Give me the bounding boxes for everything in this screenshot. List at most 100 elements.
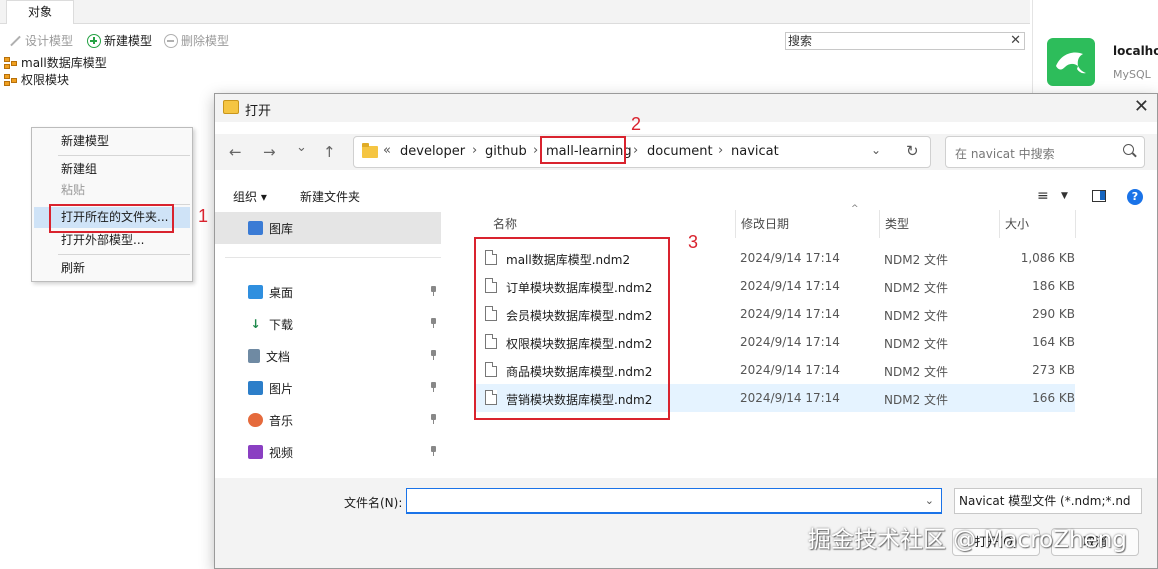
file-date: 2024/9/14 17:14 — [740, 391, 840, 405]
menu-item-new-model[interactable]: 新建模型 — [34, 131, 190, 152]
tree-item-permission-model[interactable]: 权限模块 — [4, 72, 107, 89]
minus-circle-icon — [164, 34, 178, 48]
breadcrumb-separator-icon: › — [533, 143, 539, 158]
forward-arrow-icon[interactable]: → — [263, 143, 276, 161]
nav-item-music[interactable]: 音乐 — [215, 404, 441, 436]
file-size: 290 KB — [1032, 307, 1075, 321]
pictures-icon — [248, 381, 263, 395]
dialog-title-bar: 打开 ✕ — [215, 94, 1157, 122]
new-model-button[interactable]: 新建模型 — [87, 32, 152, 50]
help-icon[interactable]: ? — [1127, 189, 1143, 205]
nav-item-gallery[interactable]: 图库 — [215, 212, 441, 244]
file-size: 186 KB — [1032, 279, 1075, 293]
document-icon — [248, 349, 260, 363]
navigation-bar: ← → ⌄ ↑ « developer › github › mall-lear… — [215, 134, 1157, 170]
address-overflow[interactable]: « — [383, 143, 391, 158]
file-date: 2024/9/14 17:14 — [740, 307, 840, 321]
open-file-dialog: 打开 ✕ ← → ⌄ ↑ « developer › github › mall… — [214, 93, 1158, 569]
model-tree: mall数据库模型 权限模块 — [4, 55, 107, 89]
model-icon — [4, 74, 18, 87]
recent-locations-chevron-icon[interactable]: ⌄ — [296, 140, 307, 155]
pin-icon[interactable] — [429, 414, 437, 424]
pin-icon[interactable] — [429, 350, 437, 360]
model-icon — [4, 57, 18, 70]
navigation-pane: 图库 桌面 ↓ 下载 文档 图片 音乐 视频 — [215, 210, 457, 480]
clear-search-icon[interactable]: ✕ — [1010, 33, 1021, 49]
design-model-button[interactable]: 设计模型 — [8, 32, 73, 50]
breadcrumb-separator-icon: › — [633, 143, 639, 158]
breadcrumb-github[interactable]: github — [485, 144, 527, 159]
nav-item-label: 图片 — [269, 381, 294, 396]
file-type-filter[interactable]: Navicat 模型文件 (*.ndm;*.nd — [954, 488, 1142, 514]
menu-item-paste[interactable]: 粘贴 — [34, 180, 190, 201]
nav-item-label: 桌面 — [269, 285, 294, 300]
nav-item-documents[interactable]: 文档 — [215, 340, 441, 372]
annotation-number-1: 1 — [198, 206, 209, 226]
design-model-label: 设计模型 — [25, 34, 74, 48]
filename-input[interactable]: ⌄ — [406, 488, 942, 514]
breadcrumb-developer[interactable]: developer — [400, 144, 465, 159]
back-arrow-icon[interactable]: ← — [229, 143, 242, 161]
file-date: 2024/9/14 17:14 — [740, 251, 840, 265]
file-type: NDM2 文件 — [884, 337, 949, 351]
file-size: 1,086 KB — [1020, 251, 1075, 265]
search-placeholder: 在 navicat 中搜索 — [955, 147, 1055, 161]
tree-item-label: mall数据库模型 — [21, 56, 107, 70]
preview-pane-icon[interactable] — [1092, 190, 1106, 202]
folder-search-input[interactable]: 在 navicat 中搜索 — [945, 136, 1145, 168]
address-dropdown-icon[interactable]: ⌄ — [871, 143, 881, 157]
nav-item-label: 图库 — [269, 221, 294, 236]
pin-icon[interactable] — [429, 286, 437, 296]
nav-item-downloads[interactable]: ↓ 下载 — [215, 308, 441, 340]
menu-item-refresh[interactable]: 刷新 — [34, 258, 190, 279]
tree-item-label: 权限模块 — [21, 73, 70, 87]
nav-item-pictures[interactable]: 图片 — [215, 372, 441, 404]
search-icon — [1123, 144, 1134, 155]
menu-item-new-group[interactable]: 新建组 — [34, 159, 190, 180]
file-date: 2024/9/14 17:14 — [740, 279, 840, 293]
file-size: 273 KB — [1032, 363, 1075, 377]
pencil-icon — [8, 34, 22, 48]
file-type: NDM2 文件 — [884, 253, 949, 267]
breadcrumb-navicat[interactable]: navicat — [731, 144, 779, 159]
filename-label: 文件名(N): — [344, 496, 403, 510]
column-header-size[interactable]: 大小 — [971, 210, 1081, 238]
object-search-input[interactable]: 搜索 ✕ — [785, 32, 1025, 50]
nav-item-label: 视频 — [269, 445, 294, 460]
connection-type: MySQL — [1113, 68, 1151, 81]
pin-icon[interactable] — [429, 318, 437, 328]
tab-objects[interactable]: 对象 — [6, 0, 74, 24]
pin-icon[interactable] — [429, 382, 437, 392]
watermark: 掘金技术社区 @ MacroZheng — [808, 527, 1127, 553]
breadcrumb-document[interactable]: document — [647, 144, 713, 159]
chevron-down-icon[interactable]: ⌄ — [925, 494, 934, 507]
menu-item-open-external-model[interactable]: 打开外部模型... — [34, 230, 190, 251]
music-icon — [248, 413, 263, 427]
refresh-icon[interactable]: ↻ — [906, 142, 919, 160]
close-icon[interactable]: ✕ — [1134, 96, 1149, 117]
tree-item-mall-model[interactable]: mall数据库模型 — [4, 55, 107, 72]
column-header-type[interactable]: 类型 — [851, 210, 971, 238]
address-bar[interactable]: « developer › github › mall-learning › d… — [353, 136, 931, 168]
annotation-number-2: 2 — [631, 114, 642, 134]
view-options-icon[interactable]: ≡ — [1037, 188, 1049, 204]
new-folder-button[interactable]: 新建文件夹 — [300, 188, 360, 205]
pin-icon[interactable] — [429, 446, 437, 456]
object-tab-strip: 对象 — [0, 0, 1030, 24]
view-dropdown-icon[interactable]: ▼ — [1061, 191, 1068, 201]
delete-model-button[interactable]: 删除模型 — [164, 32, 229, 50]
command-bar: 组织 ▾ 新建文件夹 ≡ ▼ ? — [215, 182, 1157, 208]
dialog-title: 打开 — [245, 104, 272, 119]
nav-item-label: 文档 — [266, 349, 291, 364]
up-arrow-icon[interactable]: ↑ — [323, 143, 336, 161]
nav-item-videos[interactable]: 视频 — [215, 436, 441, 468]
organize-button[interactable]: 组织 ▾ — [233, 188, 267, 205]
nav-item-desktop[interactable]: 桌面 — [215, 276, 441, 308]
column-header-date[interactable]: 修改日期 — [707, 210, 851, 238]
search-label: 搜索 — [788, 34, 813, 48]
breadcrumb-separator-icon: › — [472, 143, 478, 158]
file-type: NDM2 文件 — [884, 309, 949, 323]
menu-separator — [58, 254, 190, 255]
new-model-label: 新建模型 — [104, 34, 153, 48]
nav-divider — [225, 257, 441, 258]
